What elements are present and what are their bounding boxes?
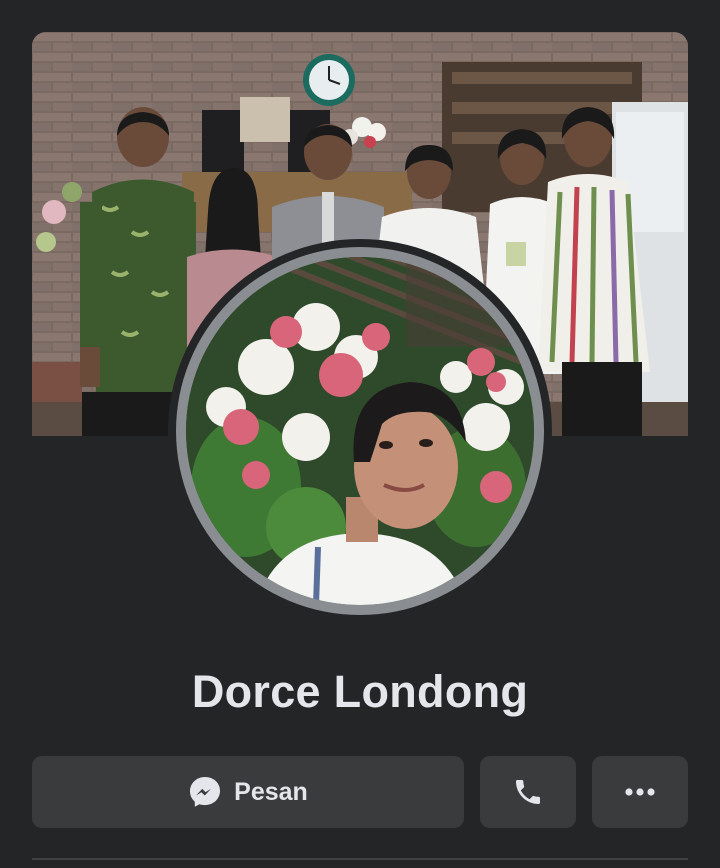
more-button[interactable]	[592, 756, 688, 828]
profile-picture[interactable]	[186, 257, 534, 605]
call-button[interactable]	[480, 756, 576, 828]
messenger-icon	[188, 775, 222, 809]
profile-name: Dorce Londong	[191, 666, 529, 717]
message-button[interactable]: Pesan	[32, 756, 464, 828]
divider	[32, 858, 688, 860]
message-button-label: Pesan	[234, 777, 308, 806]
profile-page: Dorce Londong Pesan	[0, 0, 720, 868]
phone-icon	[512, 776, 544, 808]
more-icon	[624, 787, 656, 797]
